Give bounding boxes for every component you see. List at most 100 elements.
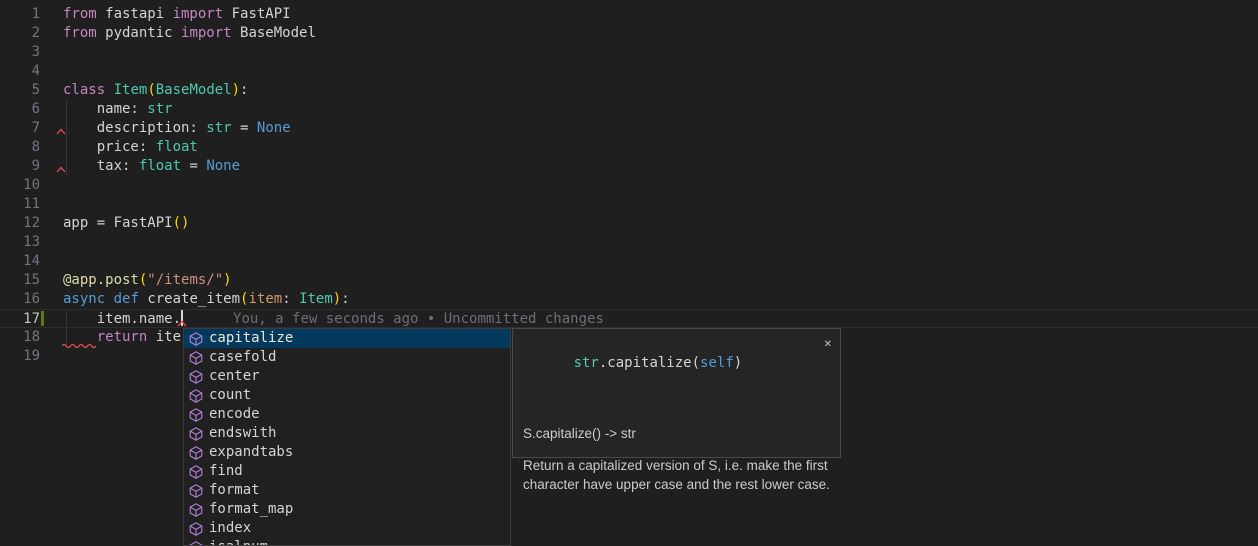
symbol-method-icon (188, 369, 204, 385)
suggest-item[interactable]: isalnum (184, 538, 510, 546)
suggest-item-label: find (209, 462, 243, 481)
code-token: float (156, 139, 198, 155)
code-token: ite (147, 329, 181, 345)
suggest-item[interactable]: casefold (184, 348, 510, 367)
code-token: item.name. (63, 311, 181, 327)
suggest-item[interactable]: encode (184, 405, 510, 424)
line-number: 9 (0, 157, 40, 176)
code-token: ( (147, 82, 155, 98)
code-text: price: float (63, 139, 198, 155)
line-number: 10 (0, 176, 40, 195)
code-line[interactable]: 10 (0, 176, 1258, 195)
code-token: import (181, 25, 232, 41)
gutter-modified-indicator (41, 311, 44, 326)
code-token: FastAPI (223, 6, 290, 22)
code-token: .capitalize( (599, 355, 700, 371)
code-token: BaseModel (232, 25, 316, 41)
line-number: 6 (0, 100, 40, 119)
line-number: 4 (0, 62, 40, 81)
code-text: app = FastAPI() (63, 215, 189, 231)
code-text: description: str = None (63, 120, 291, 136)
code-line[interactable]: 3 (0, 43, 1258, 62)
error-squiggle-caret (177, 320, 187, 327)
code-line[interactable]: 9 tax: float = None (0, 157, 1258, 176)
code-token: @app.post (63, 272, 139, 288)
code-token: "/items/" (147, 272, 223, 288)
line-number: 7 (0, 119, 40, 138)
line-number: 1 (0, 5, 40, 24)
code-line[interactable]: 5class Item(BaseModel): (0, 81, 1258, 100)
suggest-item-label: center (209, 367, 260, 386)
symbol-method-icon (188, 331, 204, 347)
suggest-item-label: casefold (209, 348, 276, 367)
symbol-method-icon (188, 350, 204, 366)
code-token: async (63, 291, 105, 307)
suggest-docs-panel: str.capitalize(self) ✕ S.capitalize() ->… (512, 328, 841, 458)
code-line[interactable]: 6 name: str (0, 100, 1258, 119)
suggest-item[interactable]: index (184, 519, 510, 538)
code-line[interactable]: 17 item.name.You, a few seconds ago • Un… (0, 309, 1258, 328)
symbol-method-icon (188, 464, 204, 480)
close-icon[interactable]: ✕ (824, 335, 832, 354)
symbol-method-icon (188, 540, 204, 546)
code-text: name: str (63, 101, 173, 117)
symbol-method-icon (188, 445, 204, 461)
line-number: 14 (0, 252, 40, 271)
code-line[interactable]: 1 from fastapi import FastAPI (0, 5, 1258, 24)
symbol-method-icon (188, 388, 204, 404)
code-line[interactable]: 8 price: float (0, 138, 1258, 157)
code-line[interactable]: 7 description: str = None (0, 119, 1258, 138)
code-token: = (181, 158, 206, 174)
suggest-item-label: capitalize (209, 329, 293, 348)
code-token: self (700, 355, 734, 371)
code-editor[interactable]: 1 from fastapi import FastAPI 2from pydant… (0, 0, 1258, 546)
code-text: class Item(BaseModel): (63, 82, 248, 98)
code-token: fastapi (97, 6, 173, 22)
docs-header: str.capitalize(self) ✕ (513, 329, 840, 411)
code-text: @app.post("/items/") (63, 272, 232, 288)
code-token: BaseModel (156, 82, 232, 98)
code-token: item (248, 291, 282, 307)
line-number: 19 (0, 347, 40, 366)
code-text: from fastapi import FastAPI (63, 6, 291, 22)
suggest-item[interactable]: expandtabs (184, 443, 510, 462)
suggest-item[interactable]: capitalize (184, 329, 510, 348)
line-number: 13 (0, 233, 40, 252)
suggest-item[interactable]: endswith (184, 424, 510, 443)
docs-description: Return a capitalized version of S, i.e. … (523, 456, 830, 494)
code-token: ) (223, 272, 231, 288)
code-line[interactable]: 16async def create_item(item: Item): (0, 290, 1258, 309)
code-text: tax: float = None (63, 158, 240, 174)
symbol-method-icon (188, 502, 204, 518)
code-line[interactable]: 12app = FastAPI() (0, 214, 1258, 233)
code-token: ) (232, 82, 240, 98)
code-line[interactable]: 11 (0, 195, 1258, 214)
error-squiggle-caret (56, 128, 66, 135)
code-line[interactable]: 4 (0, 62, 1258, 81)
code-line[interactable]: 14 (0, 252, 1258, 271)
suggest-item[interactable]: format (184, 481, 510, 500)
suggest-item-label: index (209, 519, 251, 538)
code-token: : (282, 291, 299, 307)
suggest-item[interactable]: center (184, 367, 510, 386)
suggest-item[interactable]: find (184, 462, 510, 481)
suggest-item-label: isalnum (209, 538, 268, 546)
code-token: name: (63, 101, 147, 117)
code-token: str (206, 120, 231, 136)
code-line[interactable]: 2from pydantic import BaseModel (0, 24, 1258, 43)
code-token: description: (63, 120, 206, 136)
code-line[interactable]: 15@app.post("/items/") (0, 271, 1258, 290)
code-token: str (574, 355, 599, 371)
symbol-method-icon (188, 426, 204, 442)
code-token (105, 82, 113, 98)
code-token: Item (114, 82, 148, 98)
code-token: ) (333, 291, 341, 307)
symbol-method-icon (188, 483, 204, 499)
code-line[interactable]: 13 (0, 233, 1258, 252)
suggest-item-label: format_map (209, 500, 293, 519)
code-token: = (232, 120, 257, 136)
suggest-item[interactable]: format_map (184, 500, 510, 519)
suggest-item[interactable]: count (184, 386, 510, 405)
line-number: 16 (0, 290, 40, 309)
code-token: : (240, 82, 248, 98)
